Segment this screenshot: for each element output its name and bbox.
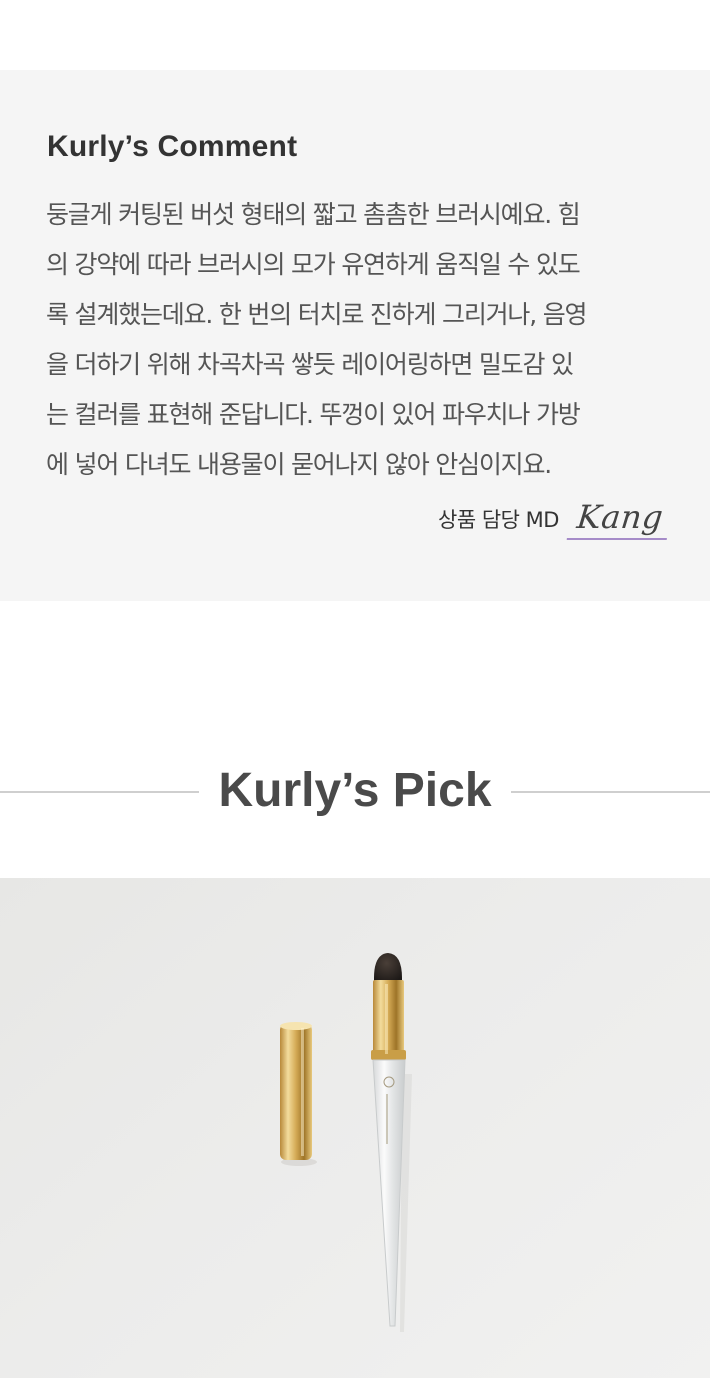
top-spacer — [0, 0, 710, 70]
comment-line: 을 더하기 위해 차곡차곡 쌓듯 레이어링하면 밀도감 있 — [46, 350, 574, 379]
comment-line: 둥글게 커팅된 버섯 형태의 짧고 촘촘한 브러시예요. 힘 — [46, 200, 581, 229]
comment-line: 록 설계했는데요. 한 번의 터치로 진하게 그리거나, 음영 — [46, 300, 588, 329]
pick-title: Kurly’s Pick — [218, 764, 492, 817]
kurlys-pick-heading: Kurly’s Pick — [0, 760, 710, 822]
comment-line: 는 컬러를 표현해 준답니다. 뚜껑이 있어 파우치나 가방 — [46, 400, 581, 429]
comment-line: 의 강약에 따라 브러시의 모가 유연하게 움직일 수 있도 — [46, 250, 581, 279]
divider-line-right — [511, 791, 710, 793]
comment-text: 둥글게 커팅된 버섯 형태의 짧고 촘촘한 브러시예요. 힘 의 강약에 따라 … — [46, 190, 676, 490]
brush-cap — [280, 1022, 317, 1166]
md-signature: 상품 담당 MD Kang — [438, 496, 672, 540]
md-name-signature: Kang — [566, 496, 672, 540]
md-label: 상품 담당 MD — [438, 508, 559, 532]
product-photo — [0, 878, 710, 1378]
divider-line-left — [0, 791, 199, 793]
comment-title: Kurly’s Comment — [47, 130, 298, 163]
makeup-brush-illustration — [280, 953, 412, 1332]
comment-line: 에 넣어 다녀도 내용물이 묻어나지 않아 안심이지요. — [46, 450, 552, 479]
